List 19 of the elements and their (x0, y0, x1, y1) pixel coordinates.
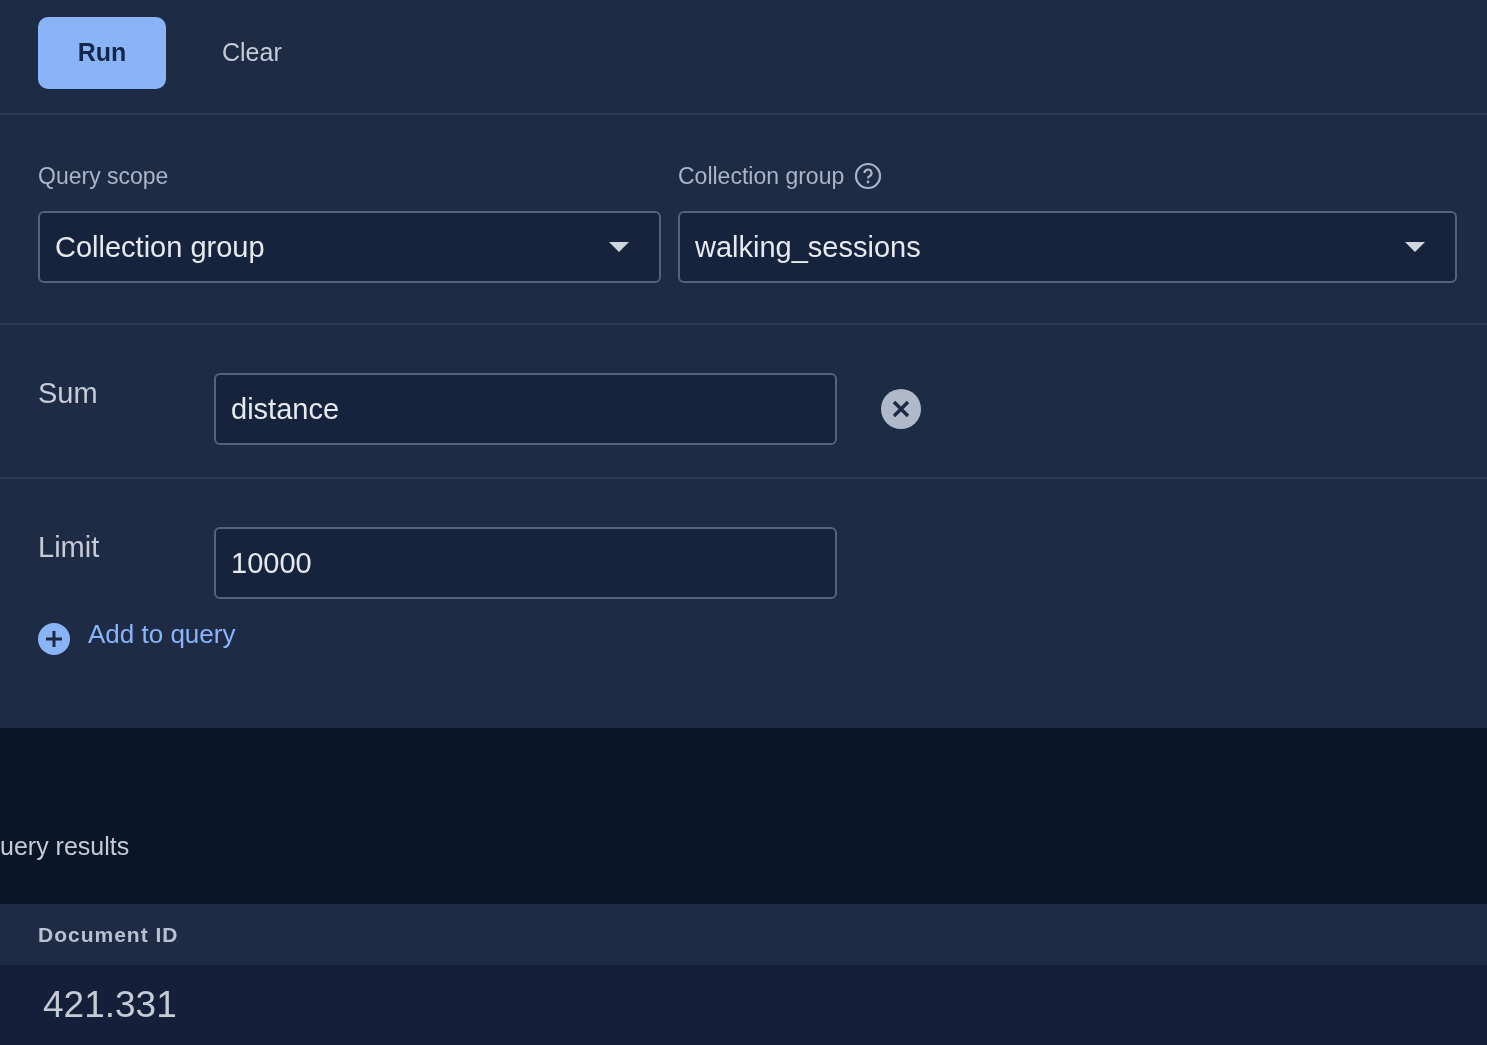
run-button[interactable]: Run (38, 16, 166, 89)
query-results-title: uery results (0, 832, 130, 860)
group-name-dropdown[interactable]: walking_sessions (678, 211, 1457, 283)
dropdown-caret-icon (1405, 242, 1425, 252)
limit-input[interactable]: 10000 (214, 527, 837, 599)
dropdown-caret-icon (609, 242, 629, 252)
clear-button[interactable]: Clear (222, 38, 282, 67)
query-scope-label: Query scope (38, 162, 169, 190)
table-cell: 421.331 (43, 984, 177, 1026)
scope-dropdown[interactable]: Collection group (38, 211, 661, 283)
limit-label: Limit (38, 531, 101, 564)
help-icon[interactable] (854, 162, 883, 190)
sum-label: Sum (38, 377, 99, 410)
add-to-query-link[interactable]: Add to query (88, 619, 236, 650)
remove-clause-icon[interactable] (881, 389, 921, 429)
column-header: Document ID (38, 922, 179, 947)
add-circle-icon[interactable] (38, 623, 70, 655)
sum-field-input[interactable]: distance (214, 373, 837, 445)
collection-group-label: Collection group (678, 162, 845, 190)
